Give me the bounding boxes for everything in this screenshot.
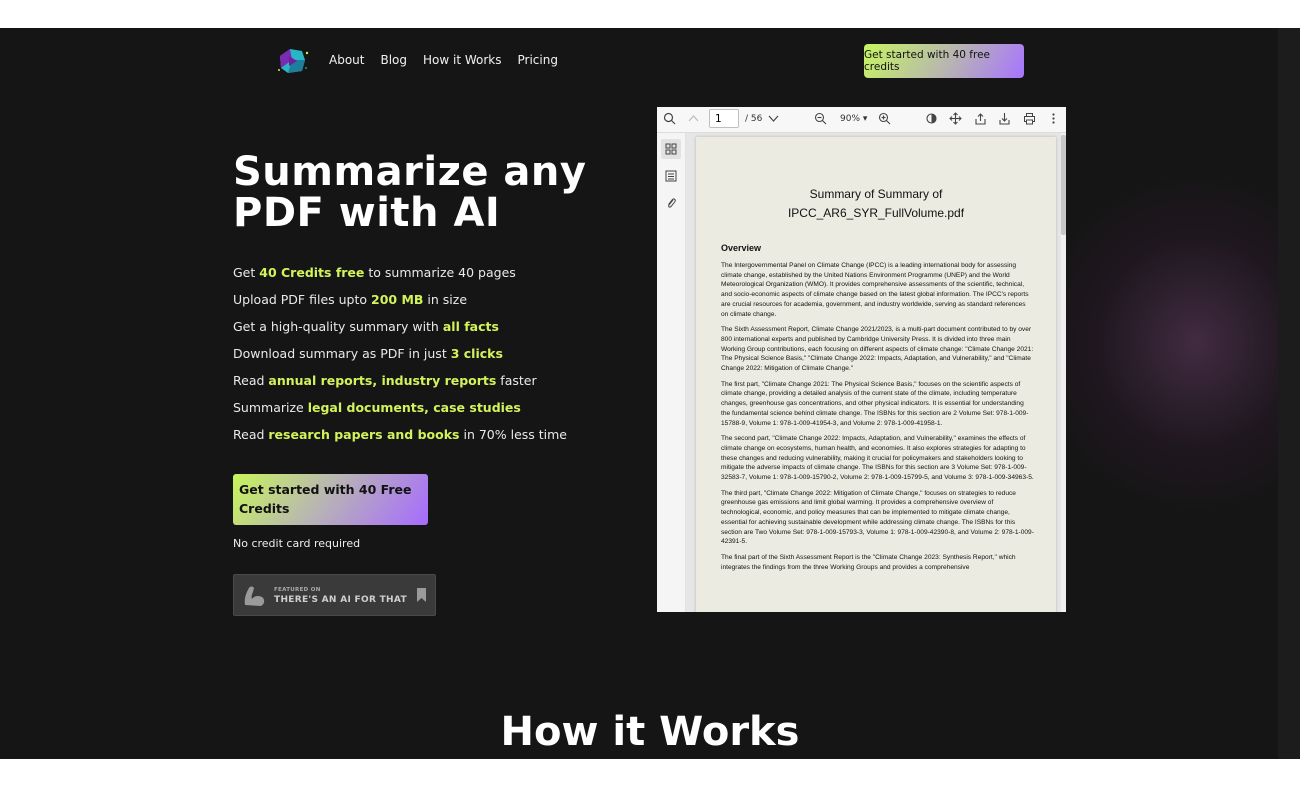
get-started-main-button[interactable]: Get started with 40 Free Credits: [233, 474, 428, 525]
nav-link-pricing[interactable]: Pricing: [518, 53, 558, 67]
how-it-works-heading: How it Works: [500, 709, 800, 755]
feature-highlight: 3 clicks: [450, 346, 503, 361]
app-page: About Blog How it Works Pricing Get star…: [0, 28, 1300, 759]
download-icon[interactable]: [998, 112, 1011, 125]
hero-title: Summarize any PDF with AI: [233, 149, 587, 236]
logo-icon[interactable]: [276, 46, 310, 76]
chevron-down-icon[interactable]: [767, 112, 780, 125]
page-scrollbar[interactable]: [1278, 28, 1300, 759]
viewer-scrollbar[interactable]: [1061, 133, 1066, 612]
page-number-input[interactable]: 1: [709, 109, 739, 128]
paragraph: The Intergovernmental Panel on Climate C…: [721, 262, 1029, 318]
paragraph: The Sixth Assessment Report, Climate Cha…: [721, 326, 1034, 373]
featured-on-label: FEATURED ON: [274, 587, 321, 593]
no-credit-card-note: No credit card required: [233, 537, 361, 550]
viewer-sidebar: [657, 133, 686, 612]
document-page: Summary of Summary of IPCC_AR6_SYR_FullV…: [696, 137, 1056, 612]
paragraph: The first part, "Climate Change 2021: Th…: [721, 380, 1029, 427]
feature-list: Get 40 Credits free to summarize 40 page…: [233, 264, 567, 453]
outline-icon[interactable]: [661, 166, 681, 186]
featured-badge[interactable]: FEATURED ON THERE'S AN AI FOR THAT: [233, 574, 436, 616]
feature-highlight: 200 MB: [371, 292, 424, 307]
zoom-select[interactable]: 90% ▾: [840, 114, 867, 124]
zoom-in-icon[interactable]: [878, 112, 891, 125]
paragraph: The second part, "Climate Change 2022: I…: [721, 435, 1034, 482]
zoom-out-icon[interactable]: [814, 112, 827, 125]
get-started-top-button[interactable]: Get started with 40 free credits: [864, 44, 1024, 78]
top-nav: About Blog How it Works Pricing: [329, 53, 558, 67]
rotate-icon[interactable]: [925, 112, 938, 125]
feature-item: Get a high-quality summary with all fact…: [233, 319, 499, 334]
bookmark-icon: [417, 588, 426, 602]
feature-highlight: legal documents, case studies: [307, 400, 521, 415]
feature-item: Get 40 Credits free to summarize 40 page…: [233, 265, 516, 280]
feature-item: Read annual reports, industry reports fa…: [233, 373, 537, 388]
document-title: Summary of Summary of IPCC_AR6_SYR_FullV…: [787, 187, 965, 220]
document-body: The Intergovernmental Panel on Climate C…: [721, 261, 1034, 578]
featured-site-name: THERE'S AN AI FOR THAT: [274, 595, 407, 605]
feature-item: Upload PDF files upto 200 MB in size: [233, 292, 468, 307]
feature-highlight: annual reports, industry reports: [268, 373, 497, 388]
page-total: / 56: [745, 114, 763, 124]
share-icon[interactable]: [974, 112, 987, 125]
viewer-toolbar: 1 / 56 90% ▾: [657, 107, 1066, 133]
flexed-arm-icon: [244, 586, 265, 606]
feature-item: Read research papers and books in 70% le…: [233, 427, 568, 442]
chevron-up-icon[interactable]: [687, 112, 700, 125]
paragraph: The final part of the Sixth Assessment R…: [721, 553, 1016, 571]
paragraph: The third part, "Climate Change 2022: Mi…: [721, 489, 1034, 546]
pdf-viewer: 1 / 56 90% ▾ Summary of Summary of IPCC_…: [657, 107, 1066, 612]
section-heading: Overview: [721, 243, 762, 253]
feature-item: Download summary as PDF in just 3 clicks: [233, 346, 503, 361]
print-icon[interactable]: [1023, 112, 1036, 125]
nav-link-about[interactable]: About: [329, 53, 364, 67]
more-icon[interactable]: [1047, 112, 1060, 125]
scrollbar-thumb[interactable]: [1061, 135, 1066, 235]
background-glow: [1040, 178, 1300, 508]
attachment-icon[interactable]: [661, 193, 681, 213]
nav-link-blog[interactable]: Blog: [380, 53, 407, 67]
search-icon[interactable]: [663, 112, 676, 125]
nav-link-how-it-works[interactable]: How it Works: [423, 53, 502, 67]
feature-item: Summarize legal documents, case studies: [233, 400, 521, 415]
feature-highlight: research papers and books: [268, 427, 460, 442]
feature-highlight: 40 Credits free: [259, 265, 365, 280]
thumbnails-icon[interactable]: [661, 139, 681, 159]
pan-icon[interactable]: [949, 112, 962, 125]
document-canvas[interactable]: Summary of Summary of IPCC_AR6_SYR_FullV…: [686, 133, 1066, 612]
feature-highlight: all facts: [442, 319, 499, 334]
